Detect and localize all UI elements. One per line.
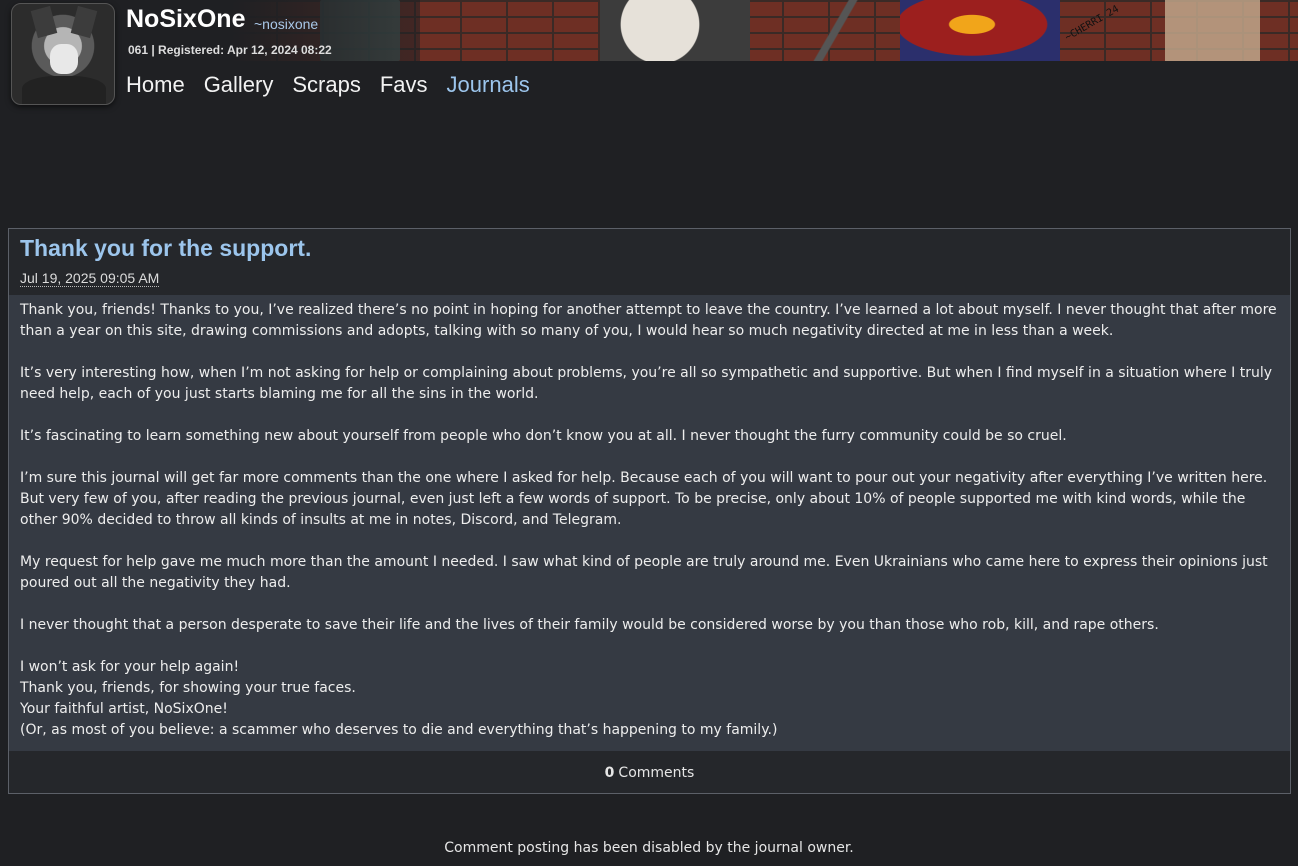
avatar-shirt bbox=[22, 76, 106, 104]
registration-info: 061 | Registered: Apr 12, 2024 08:22 bbox=[128, 43, 332, 57]
banner-art-duck-character bbox=[900, 0, 1060, 61]
comments-count: 0 bbox=[604, 764, 615, 781]
profile-handle[interactable]: ~nosixone bbox=[254, 16, 318, 32]
nav-home[interactable]: Home bbox=[126, 72, 185, 98]
journal-paragraph: It’s very interesting how, when I’m not … bbox=[20, 365, 1273, 402]
journal-title[interactable]: Thank you for the support. bbox=[20, 235, 311, 262]
journal-body: Thank you, friends! Thanks to you, I’ve … bbox=[9, 295, 1290, 751]
banner-signature: ~CHERRI 24 bbox=[1063, 3, 1121, 44]
journal-closing-line: Your faithful artist, NoSixOne! bbox=[20, 701, 228, 717]
profile-username[interactable]: NoSixOne bbox=[126, 5, 245, 34]
profile-nav: Home Gallery Scraps Favs Journals bbox=[126, 72, 549, 98]
banner-art-thumbnail-right bbox=[1165, 0, 1260, 61]
nav-favs[interactable]: Favs bbox=[380, 72, 428, 98]
avatar-ear-left bbox=[30, 5, 58, 39]
nav-scraps[interactable]: Scraps bbox=[292, 72, 360, 98]
journal-entry: Thank you for the support. Jul 19, 2025 … bbox=[8, 228, 1291, 794]
journal-paragraph: Thank you, friends! Thanks to you, I’ve … bbox=[20, 302, 1277, 339]
comment-disabled-notice: Comment posting has been disabled by the… bbox=[444, 840, 854, 856]
journal-paragraph: It’s fascinating to learn something new … bbox=[20, 428, 1067, 444]
journal-closing-line: (Or, as most of you believe: a scammer w… bbox=[20, 722, 778, 738]
journal-date: Jul 19, 2025 09:05 AM bbox=[20, 270, 160, 287]
nav-gallery[interactable]: Gallery bbox=[204, 72, 274, 98]
nav-journals[interactable]: Journals bbox=[447, 72, 530, 98]
avatar-ear-right bbox=[70, 5, 98, 39]
avatar[interactable] bbox=[11, 3, 115, 105]
journal-paragraph: I never thought that a person desperate … bbox=[20, 617, 1159, 633]
journal-paragraph: I’m sure this journal will get far more … bbox=[20, 470, 1268, 528]
banner-art-character bbox=[600, 0, 750, 61]
journal-closing-line: Thank you, friends, for showing your tru… bbox=[20, 680, 356, 696]
journal-paragraph: My request for help gave me much more th… bbox=[20, 554, 1268, 591]
banner-art-microphone bbox=[790, 0, 900, 61]
journal-closing-line: I won’t ask for your help again! bbox=[20, 659, 240, 675]
comments-label: Comments bbox=[618, 764, 695, 781]
banner-art-thumbnail bbox=[320, 0, 400, 61]
comments-count-bar: 0 Comments bbox=[9, 751, 1290, 794]
avatar-face bbox=[50, 44, 78, 74]
